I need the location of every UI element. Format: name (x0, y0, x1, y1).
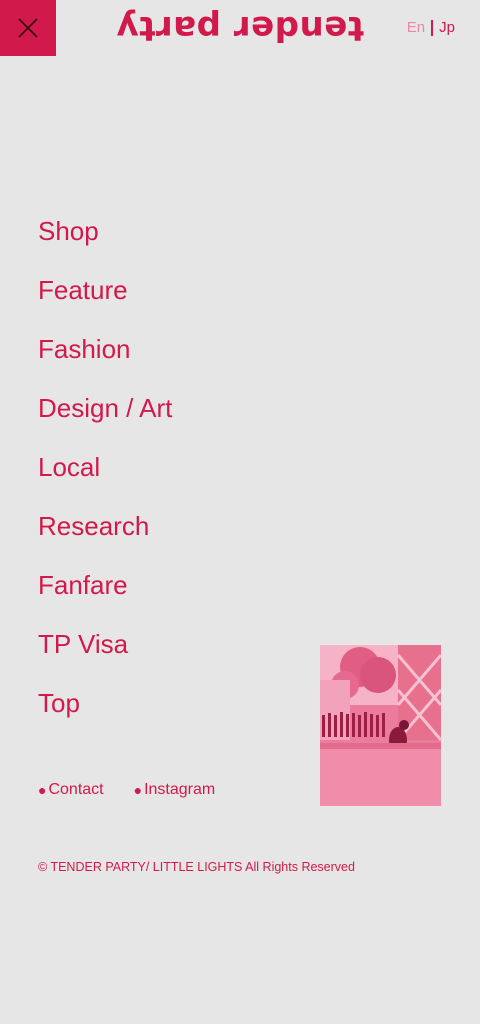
language-switcher: En Jp (407, 19, 455, 36)
menu-item-top[interactable]: Top (38, 680, 172, 739)
menu-item-tp-visa[interactable]: TP Visa (38, 621, 172, 680)
menu-item-feature[interactable]: Feature (38, 267, 172, 326)
menu-item-shop[interactable]: Shop (38, 208, 172, 267)
featured-photo-image (320, 645, 441, 806)
menu-item-local[interactable]: Local (38, 444, 172, 503)
menu-item-design-art[interactable]: Design / Art (38, 385, 172, 444)
copyright-text: © TENDER PARTY/ LITTLE LIGHTS All Rights… (38, 860, 355, 874)
menu-item-research[interactable]: Research (38, 503, 172, 562)
instagram-link[interactable]: ● Instagram (134, 781, 216, 799)
lang-divider (431, 19, 434, 36)
instagram-label: Instagram (144, 781, 216, 798)
footer-links: ● Contact ● Instagram (38, 781, 215, 799)
bullet-icon: ● (133, 782, 143, 798)
lang-jp-link[interactable]: Jp (439, 19, 455, 36)
contact-label: Contact (48, 781, 104, 798)
bullet-icon: ● (38, 782, 47, 798)
main-menu: Shop Feature Fashion Design / Art Local … (38, 208, 172, 739)
lang-en-link[interactable]: En (407, 19, 425, 36)
menu-item-fashion[interactable]: Fashion (38, 326, 172, 385)
menu-item-fanfare[interactable]: Fanfare (38, 562, 172, 621)
featured-photo[interactable] (320, 645, 441, 806)
contact-link[interactable]: ● Contact (38, 781, 104, 799)
